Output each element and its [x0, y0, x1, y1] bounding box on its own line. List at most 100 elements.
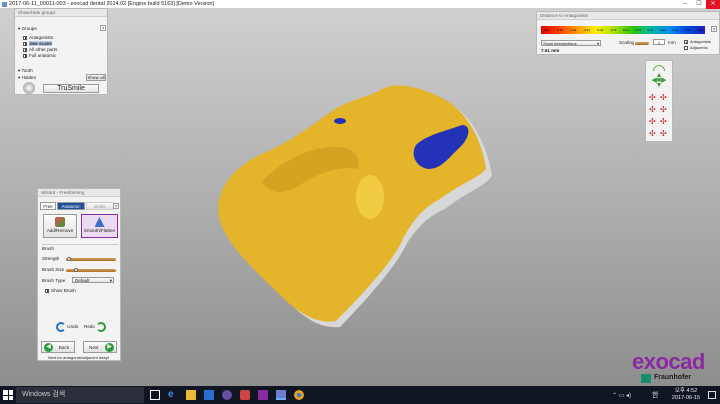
redo-label: Redo	[84, 324, 95, 330]
maximize-button[interactable]: ☐	[692, 0, 706, 9]
scaling-value: 1	[657, 40, 661, 45]
scaling-slider[interactable]	[635, 42, 649, 45]
chevron-down-icon: ▾	[109, 278, 112, 283]
chevron-down-icon: ▾	[596, 41, 599, 46]
checkbox-label: Adjacents	[690, 45, 708, 50]
view-right-icon[interactable]: ✣	[660, 105, 670, 115]
undo-button[interactable]: Undo	[56, 322, 78, 332]
view-top-icon[interactable]: ✣	[649, 93, 659, 103]
show-brush-checkbox[interactable]: Show Brush	[45, 288, 76, 293]
adjacents-checkbox[interactable]: Adjacents	[684, 45, 708, 50]
brush-size-slider[interactable]	[66, 268, 116, 272]
app-icon-3[interactable]	[258, 390, 268, 400]
trusmile-button[interactable]: TruSmile	[43, 84, 99, 93]
scale-tick-label: 0.21	[647, 28, 654, 32]
antagonists-checkbox[interactable]: Antagonists	[684, 39, 711, 44]
task-view-icon[interactable]	[150, 390, 160, 400]
tab-bottle[interactable]: Bottle	[86, 202, 114, 210]
notification-icon[interactable]	[708, 391, 716, 399]
tooth-section-header[interactable]: ▾ Tooth	[18, 67, 33, 74]
checkbox[interactable]	[684, 45, 688, 50]
redo-button[interactable]: Redo	[84, 322, 107, 332]
scale-tick-label: -0.11	[609, 28, 617, 32]
smooth-flatten-button[interactable]: Smooth/Flatten	[81, 214, 118, 238]
time: 오후 4:52	[674, 388, 698, 394]
checkbox[interactable]	[45, 288, 49, 293]
show-hide-groups-panel: Show/Hide groups ▾ Groups ? Antagonists …	[14, 8, 108, 95]
rotate-view-icon[interactable]	[653, 65, 665, 71]
back-arrow-icon: ◀	[44, 343, 53, 352]
group-item-full-anatomic[interactable]: Full anatomic	[23, 52, 56, 59]
panel-title: Distance to Antagonists	[537, 12, 719, 20]
checkbox[interactable]	[684, 39, 688, 44]
ime-indicator[interactable]: 한	[652, 390, 658, 400]
edge-icon[interactable]: e	[168, 390, 178, 400]
view-navigation-toolbar: ▲ ◀■▶ ▼ ✣ ✣ ✣ ✣ ✣ ✣ ✣ ✣	[645, 60, 673, 142]
view-back-icon[interactable]: ✣	[660, 117, 670, 127]
tab-free[interactable]: Free	[40, 202, 56, 210]
help-icon[interactable]: ?	[113, 203, 119, 209]
clock[interactable]: 오후 4:52 2017-06-15	[668, 388, 704, 402]
groups-section-header[interactable]: ▾ Groups ?	[18, 25, 106, 32]
scaling-input[interactable]: 1	[653, 39, 665, 45]
brush-type-label: Brush Type	[42, 278, 66, 283]
back-button[interactable]: ◀ Back	[41, 341, 75, 353]
minimize-button[interactable]: –	[678, 0, 692, 9]
scaling-unit: mm	[668, 40, 676, 45]
checkbox[interactable]	[23, 53, 27, 58]
view-iso-icon[interactable]: ✣	[649, 129, 659, 139]
add-remove-button[interactable]: Add/Remove	[43, 214, 77, 238]
strength-label: Strength	[42, 256, 60, 261]
next-arrow-icon: ▶	[105, 343, 114, 352]
store-icon[interactable]	[204, 390, 214, 400]
tooth-label: Tooth	[21, 68, 33, 73]
checkbox-label: Show Brush	[51, 288, 76, 293]
search-box[interactable]: Windows 검색	[16, 387, 144, 403]
title-bar: 2017-06-11_00011-003 - exocad dental 201…	[0, 0, 720, 9]
brush-size-label: Brush Size	[42, 267, 65, 272]
view-front-icon[interactable]: ✣	[660, 93, 670, 103]
button-label: Add/Remove	[46, 228, 74, 233]
view-left-icon[interactable]: ✣	[649, 105, 659, 115]
panel-title: Show/Hide groups	[15, 9, 107, 17]
date: 2017-06-15	[671, 395, 701, 401]
fraunhofer-logo: Fraunhofer	[654, 374, 691, 381]
hidden-section-header[interactable]: ▾ Hidden Show all	[18, 74, 106, 81]
brush-header: Brush	[42, 246, 55, 251]
slider-knob[interactable]	[66, 257, 71, 261]
close-button[interactable]: ✕	[706, 0, 720, 9]
intersections-dropdown[interactable]: Show intersections ▾	[541, 40, 601, 46]
app-icon-1[interactable]	[222, 390, 232, 400]
scale-tick-label: -0.51	[556, 28, 564, 32]
next-button[interactable]: Next ▶	[83, 341, 117, 353]
trusmile-icon	[23, 82, 35, 94]
app-icon	[2, 2, 7, 7]
color-scale: -0.61 -0.51 -0.41 -0.31 -0.21 -0.11 0.01 0.11 0.…	[541, 26, 705, 34]
fraunhofer-icon	[641, 374, 651, 383]
brush-type-dropdown[interactable]: Default ▾	[72, 277, 114, 283]
strength-slider[interactable]	[66, 257, 116, 261]
view-reset-icon[interactable]: ✣	[660, 129, 670, 139]
tray-icons: ⌃ ▭ ◂)	[612, 393, 632, 399]
slider-knob[interactable]	[74, 268, 79, 272]
tab-anatomic[interactable]: Anatomic	[57, 202, 85, 210]
exocad-taskbar-icon[interactable]	[276, 390, 286, 400]
group-label: Full anatomic	[29, 53, 57, 58]
view-bottom-icon[interactable]: ✣	[649, 117, 659, 127]
show-all-button[interactable]: Show all	[86, 74, 106, 81]
3d-viewport[interactable]: Show/Hide groups ▾ Groups ? Antagonists …	[0, 8, 720, 386]
app-icon-2[interactable]	[240, 390, 250, 400]
undo-icon	[56, 322, 66, 332]
windows-start-icon[interactable]	[3, 390, 13, 400]
scale-tick-label: 0.51	[684, 28, 691, 32]
redo-icon	[96, 322, 107, 332]
back-label: Back	[58, 345, 69, 350]
hidden-label: Hidden	[21, 75, 37, 80]
help-icon[interactable]: ?	[100, 25, 106, 31]
move-arrows-icon[interactable]: ▲ ◀■▶ ▼	[651, 72, 667, 89]
file-explorer-icon[interactable]	[186, 390, 196, 400]
chrome-icon[interactable]	[294, 390, 304, 400]
help-icon[interactable]: ?	[711, 26, 717, 32]
freeforming-wizard-panel: Wizard - Freeforming Free Anatomic Bottl…	[37, 188, 121, 361]
groups-label: Groups	[21, 26, 37, 31]
